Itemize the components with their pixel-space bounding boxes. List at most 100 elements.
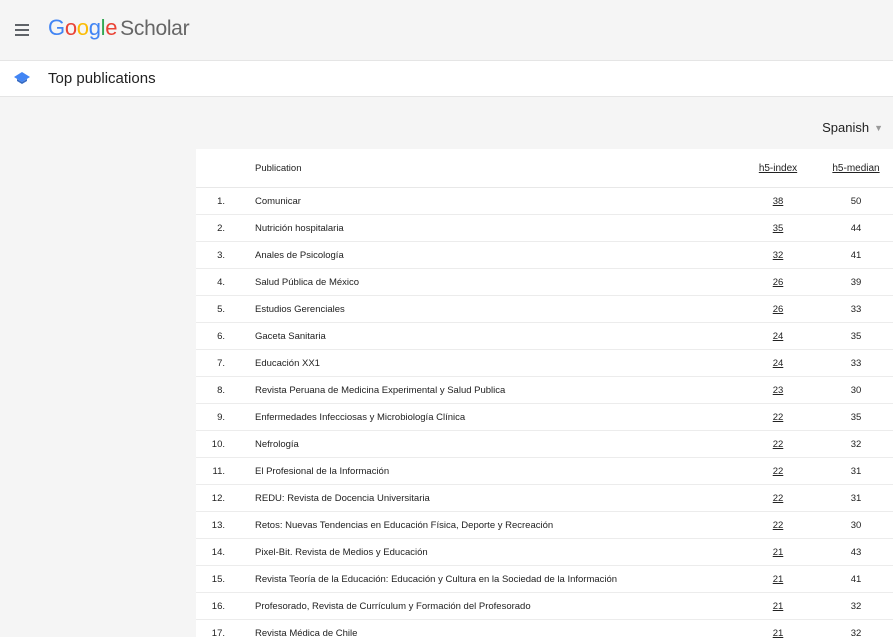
- publication-name-cell[interactable]: REDU: Revista de Docencia Universitaria: [255, 485, 737, 512]
- rank-cell: 8.: [196, 377, 255, 404]
- rank-cell: 3.: [196, 242, 255, 269]
- h5-index-link[interactable]: 22: [773, 412, 784, 423]
- table-row: 13.Retos: Nuevas Tendencias en Educación…: [196, 512, 893, 539]
- publication-name-cell[interactable]: Pixel-Bit. Revista de Medios y Educación: [255, 539, 737, 566]
- rank-cell: 1.: [196, 188, 255, 215]
- h5-index-link[interactable]: 21: [773, 574, 784, 585]
- h5-median-cell: 33: [819, 350, 893, 377]
- h5-index-link[interactable]: 35: [773, 223, 784, 234]
- publications-panel: Publication h5-index h5-median 1.Comunic…: [196, 149, 893, 644]
- h5-index-cell: 22: [737, 458, 819, 485]
- h5-index-link[interactable]: 21: [773, 628, 784, 639]
- h5-index-cell: 22: [737, 404, 819, 431]
- h5-index-link[interactable]: 22: [773, 466, 784, 477]
- table-row: 5.Estudios Gerenciales2633: [196, 296, 893, 323]
- publication-name-cell[interactable]: El Profesional de la Información: [255, 458, 737, 485]
- h5-index-link[interactable]: 23: [773, 385, 784, 396]
- publication-name-cell[interactable]: Estudios Gerenciales: [255, 296, 737, 323]
- page-title-bar: Top publications: [0, 61, 893, 97]
- table-header-row: Publication h5-index h5-median: [196, 149, 893, 188]
- publication-column-header: Publication: [255, 149, 737, 188]
- h5-median-cell: 41: [819, 242, 893, 269]
- publication-name-cell[interactable]: Anales de Psicología: [255, 242, 737, 269]
- rank-cell: 10.: [196, 431, 255, 458]
- h5-median-cell: 31: [819, 485, 893, 512]
- h5-index-cell: 26: [737, 296, 819, 323]
- h5-index-cell: 35: [737, 215, 819, 242]
- table-row: 7.Educación XX12433: [196, 350, 893, 377]
- table-row: 14.Pixel-Bit. Revista de Medios y Educac…: [196, 539, 893, 566]
- h5-index-cell: 21: [737, 566, 819, 593]
- publication-name-cell[interactable]: Profesorado, Revista de Currículum y For…: [255, 593, 737, 620]
- logo-letter: G: [48, 15, 65, 40]
- h5-index-cell: 23: [737, 377, 819, 404]
- h5-median-cell: 31: [819, 458, 893, 485]
- h5-index-sort-link[interactable]: h5-index: [759, 163, 797, 174]
- h5-index-link[interactable]: 26: [773, 277, 784, 288]
- h5-index-link[interactable]: 21: [773, 601, 784, 612]
- hamburger-menu-icon[interactable]: [15, 24, 29, 36]
- table-row: 4.Salud Pública de México2639: [196, 269, 893, 296]
- h5-median-cell: 44: [819, 215, 893, 242]
- h5-index-cell: 22: [737, 512, 819, 539]
- table-row: 6.Gaceta Sanitaria 24 35: [196, 323, 893, 350]
- table-row: 17.Revista Médica de Chile 21 32: [196, 620, 893, 644]
- app-header: GoogleScholar: [0, 0, 893, 61]
- rank-cell: 16.: [196, 593, 255, 620]
- table-row: 15.Revista Teoría de la Educación: Educa…: [196, 566, 893, 593]
- h5-median-cell: 43: [819, 539, 893, 566]
- language-selector-label: Spanish: [822, 120, 869, 135]
- publication-name-cell[interactable]: Comunicar: [255, 188, 737, 215]
- publication-name-cell[interactable]: Nefrología: [255, 431, 737, 458]
- publication-name-cell[interactable]: Retos: Nuevas Tendencias en Educación Fí…: [255, 512, 737, 539]
- table-row: 10.Nefrología 22 32: [196, 431, 893, 458]
- h5-index-cell: 26: [737, 269, 819, 296]
- h5-index-link[interactable]: 26: [773, 304, 784, 315]
- h5-median-cell: 35: [819, 323, 893, 350]
- h5-median-sort-link[interactable]: h5-median: [832, 163, 879, 174]
- h5-index-link[interactable]: 24: [773, 331, 784, 342]
- h5-index-link[interactable]: 21: [773, 547, 784, 558]
- rank-cell: 14.: [196, 539, 255, 566]
- rank-cell: 9.: [196, 404, 255, 431]
- page-title: Top publications: [48, 70, 156, 87]
- publication-name-cell[interactable]: Nutrición hospitalaria: [255, 215, 737, 242]
- h5-index-column-header[interactable]: h5-index: [737, 149, 819, 188]
- logo-letter: o: [65, 15, 77, 40]
- rank-column-header: [196, 149, 255, 188]
- table-row: 8.Revista Peruana de Medicina Experiment…: [196, 377, 893, 404]
- language-selector[interactable]: Spanish▼: [822, 120, 883, 135]
- publication-name-cell[interactable]: Gaceta Sanitaria: [255, 323, 737, 350]
- h5-index-cell: 21: [737, 593, 819, 620]
- rank-cell: 6.: [196, 323, 255, 350]
- h5-index-link[interactable]: 38: [773, 196, 784, 207]
- rank-cell: 11.: [196, 458, 255, 485]
- publication-name-cell[interactable]: Enfermedades Infecciosas y Microbiología…: [255, 404, 737, 431]
- h5-median-column-header[interactable]: h5-median: [819, 149, 893, 188]
- h5-index-link[interactable]: 22: [773, 493, 784, 504]
- publication-name-cell[interactable]: Revista Peruana de Medicina Experimental…: [255, 377, 737, 404]
- main-content: Spanish▼ Publication h5-index h5-median …: [0, 97, 893, 637]
- publication-name-cell[interactable]: Revista Médica de Chile: [255, 620, 737, 644]
- table-row: 9.Enfermedades Infecciosas y Microbiolog…: [196, 404, 893, 431]
- h5-median-cell: 50: [819, 188, 893, 215]
- h5-index-link[interactable]: 32: [773, 250, 784, 261]
- publication-name-cell[interactable]: Educación XX1: [255, 350, 737, 377]
- h5-median-cell: 32: [819, 593, 893, 620]
- h5-median-cell: 32: [819, 620, 893, 644]
- rank-cell: 17.: [196, 620, 255, 644]
- rank-cell: 12.: [196, 485, 255, 512]
- h5-median-cell: 32: [819, 431, 893, 458]
- rank-cell: 5.: [196, 296, 255, 323]
- logo-scholar-text: Scholar: [120, 17, 189, 40]
- publication-name-cell[interactable]: Salud Pública de México: [255, 269, 737, 296]
- publication-name-cell[interactable]: Revista Teoría de la Educación: Educació…: [255, 566, 737, 593]
- h5-index-link[interactable]: 24: [773, 358, 784, 369]
- rank-cell: 2.: [196, 215, 255, 242]
- h5-index-link[interactable]: 22: [773, 520, 784, 531]
- rank-cell: 15.: [196, 566, 255, 593]
- google-scholar-logo[interactable]: GoogleScholar: [48, 15, 189, 41]
- logo-google-letters: Google: [48, 15, 117, 40]
- table-row: 12.REDU: Revista de Docencia Universitar…: [196, 485, 893, 512]
- h5-index-link[interactable]: 22: [773, 439, 784, 450]
